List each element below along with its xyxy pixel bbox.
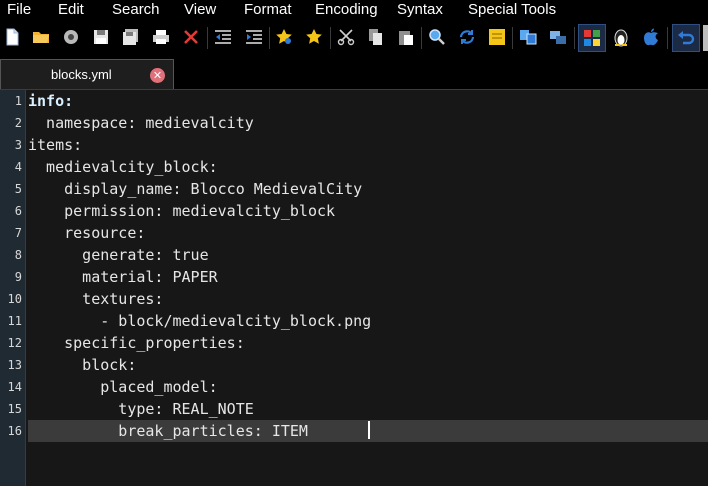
code-line[interactable]: namespace: medievalcity — [28, 112, 708, 134]
compare-icon[interactable] — [517, 25, 539, 49]
menu-search[interactable]: Search — [112, 1, 160, 19]
tab-close-icon[interactable]: ✕ — [150, 68, 165, 83]
text-caret — [368, 421, 370, 439]
open-folder-icon[interactable] — [30, 25, 52, 49]
cut-icon[interactable] — [335, 25, 357, 49]
tab-bar: blocks.yml ✕ — [0, 57, 708, 90]
close-icon[interactable] — [180, 25, 202, 49]
unindent-icon[interactable] — [212, 25, 234, 49]
line-number: 3 — [14, 138, 22, 152]
line-number: 1 — [14, 94, 22, 108]
code-line[interactable]: items: — [28, 134, 708, 156]
menu-view[interactable]: View — [184, 1, 216, 19]
toolbar-overflow[interactable] — [703, 25, 708, 51]
bookmark-icon[interactable] — [273, 25, 295, 49]
tab-label: blocks.yml — [51, 67, 112, 82]
toolbar-separator — [667, 27, 668, 49]
save-all-icon[interactable] — [120, 25, 142, 49]
line-number: 14 — [7, 380, 22, 394]
line-number-gutter: 1 2 3 4 5 6 7 8 9 10 11 12 13 14 15 16 — [0, 90, 26, 486]
code-line[interactable]: resource: — [28, 222, 708, 244]
toolbar-separator — [421, 27, 422, 49]
code-line[interactable]: type: REAL_NOTE — [28, 398, 708, 420]
code-line[interactable]: medievalcity_block: — [28, 156, 708, 178]
save-icon[interactable] — [90, 25, 112, 49]
code-line[interactable]: block: — [28, 354, 708, 376]
line-number: 12 — [7, 336, 22, 350]
sticky-note-icon[interactable] — [486, 25, 508, 49]
next-bookmark-icon[interactable] — [303, 25, 325, 49]
line-number: 8 — [14, 248, 22, 262]
code-line[interactable]: permission: medievalcity_block — [28, 200, 708, 222]
line-number: 15 — [7, 402, 22, 416]
print-icon[interactable] — [150, 25, 172, 49]
code-editor[interactable]: 1 2 3 4 5 6 7 8 9 10 11 12 13 14 15 16 i… — [0, 90, 708, 486]
linux-icon[interactable] — [610, 25, 632, 49]
line-number: 9 — [14, 270, 22, 284]
menu-format[interactable]: Format — [244, 1, 292, 19]
line-number: 16 — [7, 424, 22, 438]
code-line[interactable]: - block/medievalcity_block.png — [28, 310, 708, 332]
menu-special-tools[interactable]: Special Tools — [468, 1, 556, 19]
replace-icon[interactable] — [456, 25, 478, 49]
toolbar-separator — [330, 27, 331, 49]
menu-edit[interactable]: Edit — [58, 1, 84, 19]
code-line[interactable]: info: — [28, 90, 708, 112]
line-number: 11 — [7, 314, 22, 328]
line-number: 2 — [14, 116, 22, 130]
toolbar-separator — [207, 27, 208, 49]
line-number: 10 — [7, 292, 22, 306]
apple-icon[interactable] — [640, 25, 662, 49]
window-icon[interactable] — [547, 25, 569, 49]
indent-icon[interactable] — [243, 25, 265, 49]
code-line[interactable]: specific_properties: — [28, 332, 708, 354]
code-line[interactable]: textures: — [28, 288, 708, 310]
menu-file[interactable]: File — [7, 1, 31, 19]
line-number: 6 — [14, 204, 22, 218]
toolbar-separator — [512, 27, 513, 49]
line-number: 4 — [14, 160, 22, 174]
toolbar-separator — [269, 27, 270, 49]
menu-bar: File Edit Search View Format Encoding Sy… — [0, 0, 708, 20]
paste-icon[interactable] — [395, 25, 417, 49]
toolbar-separator — [574, 27, 575, 49]
code-line[interactable]: material: PAPER — [28, 266, 708, 288]
code-line[interactable]: generate: true — [28, 244, 708, 266]
find-icon[interactable] — [426, 25, 448, 49]
undo-icon[interactable] — [672, 24, 700, 52]
line-number: 13 — [7, 358, 22, 372]
new-file-icon[interactable] — [1, 25, 23, 49]
reload-icon[interactable] — [60, 25, 82, 49]
code-line[interactable]: display_name: Blocco MedievalCity — [28, 178, 708, 200]
copy-icon[interactable] — [365, 25, 387, 49]
menu-encoding[interactable]: Encoding — [315, 1, 378, 19]
line-number: 7 — [14, 226, 22, 240]
line-number: 5 — [14, 182, 22, 196]
tab-blocks-yml[interactable]: blocks.yml ✕ — [0, 59, 174, 89]
windows-icon[interactable] — [578, 24, 606, 52]
toolbar — [0, 21, 708, 55]
menu-syntax[interactable]: Syntax — [397, 1, 443, 19]
code-line[interactable]: placed_model: — [28, 376, 708, 398]
